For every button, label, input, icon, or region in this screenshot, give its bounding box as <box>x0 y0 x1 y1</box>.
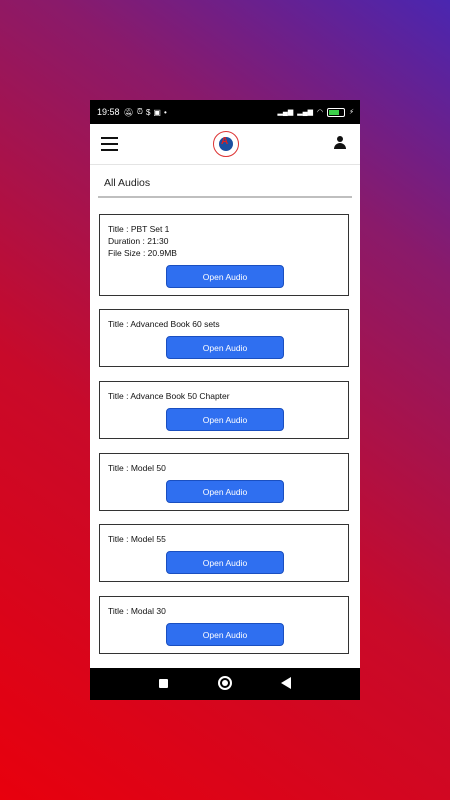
card-duration: Duration : 21:30 <box>108 236 169 246</box>
wifi-icon: ◠ <box>316 109 324 116</box>
audio-card: Title : Advance Book 50 Chapter Open Aud… <box>99 381 349 439</box>
app-bar: A <box>90 124 360 165</box>
section-header: All Audios <box>98 172 352 198</box>
audio-card: Title : Modal 30 Open Audio <box>99 596 349 654</box>
mute-icon: 🔕︎ <box>123 107 134 117</box>
app-notification-icon: ▣ <box>153 107 161 117</box>
card-title: Title : Modal 30 <box>108 606 166 616</box>
section-title: All Audios <box>104 177 151 189</box>
hamburger-menu-icon[interactable] <box>101 137 118 151</box>
phone-screen: 19:58 🔕︎ ⏰︎ $ ▣ • ▂▄▆ ▂▄▆ ◠ ⚡︎ A All Aud… <box>90 100 360 700</box>
system-icons: ▂▄▆ ▂▄▆ ◠ ⚡︎ <box>277 107 354 117</box>
status-time: 19:58 <box>97 107 120 117</box>
dot-icon: • <box>163 107 167 117</box>
card-title: Title : Advance Book 50 Chapter <box>108 391 230 401</box>
back-icon[interactable] <box>281 677 291 689</box>
open-audio-button[interactable]: Open Audio <box>166 408 284 431</box>
recent-apps-icon[interactable] <box>159 679 168 688</box>
audio-card: Title : PBT Set 1 Duration : 21:30 File … <box>99 214 349 296</box>
card-title: Title : Model 50 <box>108 463 166 473</box>
system-navigation-bar <box>90 668 360 700</box>
alarm-icon: ⏰︎ <box>136 107 143 116</box>
card-file-size: File Size : 20.9MB <box>108 248 177 258</box>
open-audio-button[interactable]: Open Audio <box>166 265 284 288</box>
signal-icon: ▂▄▆ <box>277 109 294 116</box>
audio-card: Title : Advanced Book 60 sets Open Audio <box>99 309 349 367</box>
sync-icon: $ <box>145 107 151 117</box>
app-logo: A <box>213 131 239 157</box>
signal-icon-2: ▂▄▆ <box>297 109 313 116</box>
open-audio-button[interactable]: Open Audio <box>166 551 284 574</box>
status-bar: 19:58 🔕︎ ⏰︎ $ ▣ • ▂▄▆ ▂▄▆ ◠ ⚡︎ <box>90 100 360 124</box>
open-audio-button[interactable]: Open Audio <box>166 336 284 359</box>
card-title: Title : Advanced Book 60 sets <box>108 319 220 329</box>
home-icon[interactable] <box>218 676 232 690</box>
notification-icons: 🔕︎ ⏰︎ $ ▣ • <box>124 107 167 117</box>
user-profile-icon[interactable] <box>333 136 347 150</box>
open-audio-button[interactable]: Open Audio <box>166 480 284 503</box>
charging-icon: ⚡︎ <box>349 109 354 116</box>
battery-icon <box>327 107 346 117</box>
card-title: Title : PBT Set 1 <box>108 224 170 234</box>
card-title: Title : Model 55 <box>108 534 166 544</box>
audio-card: Title : Model 55 Open Audio <box>99 524 349 582</box>
audio-card: Title : Model 50 Open Audio <box>99 453 349 511</box>
open-audio-button[interactable]: Open Audio <box>166 623 284 646</box>
